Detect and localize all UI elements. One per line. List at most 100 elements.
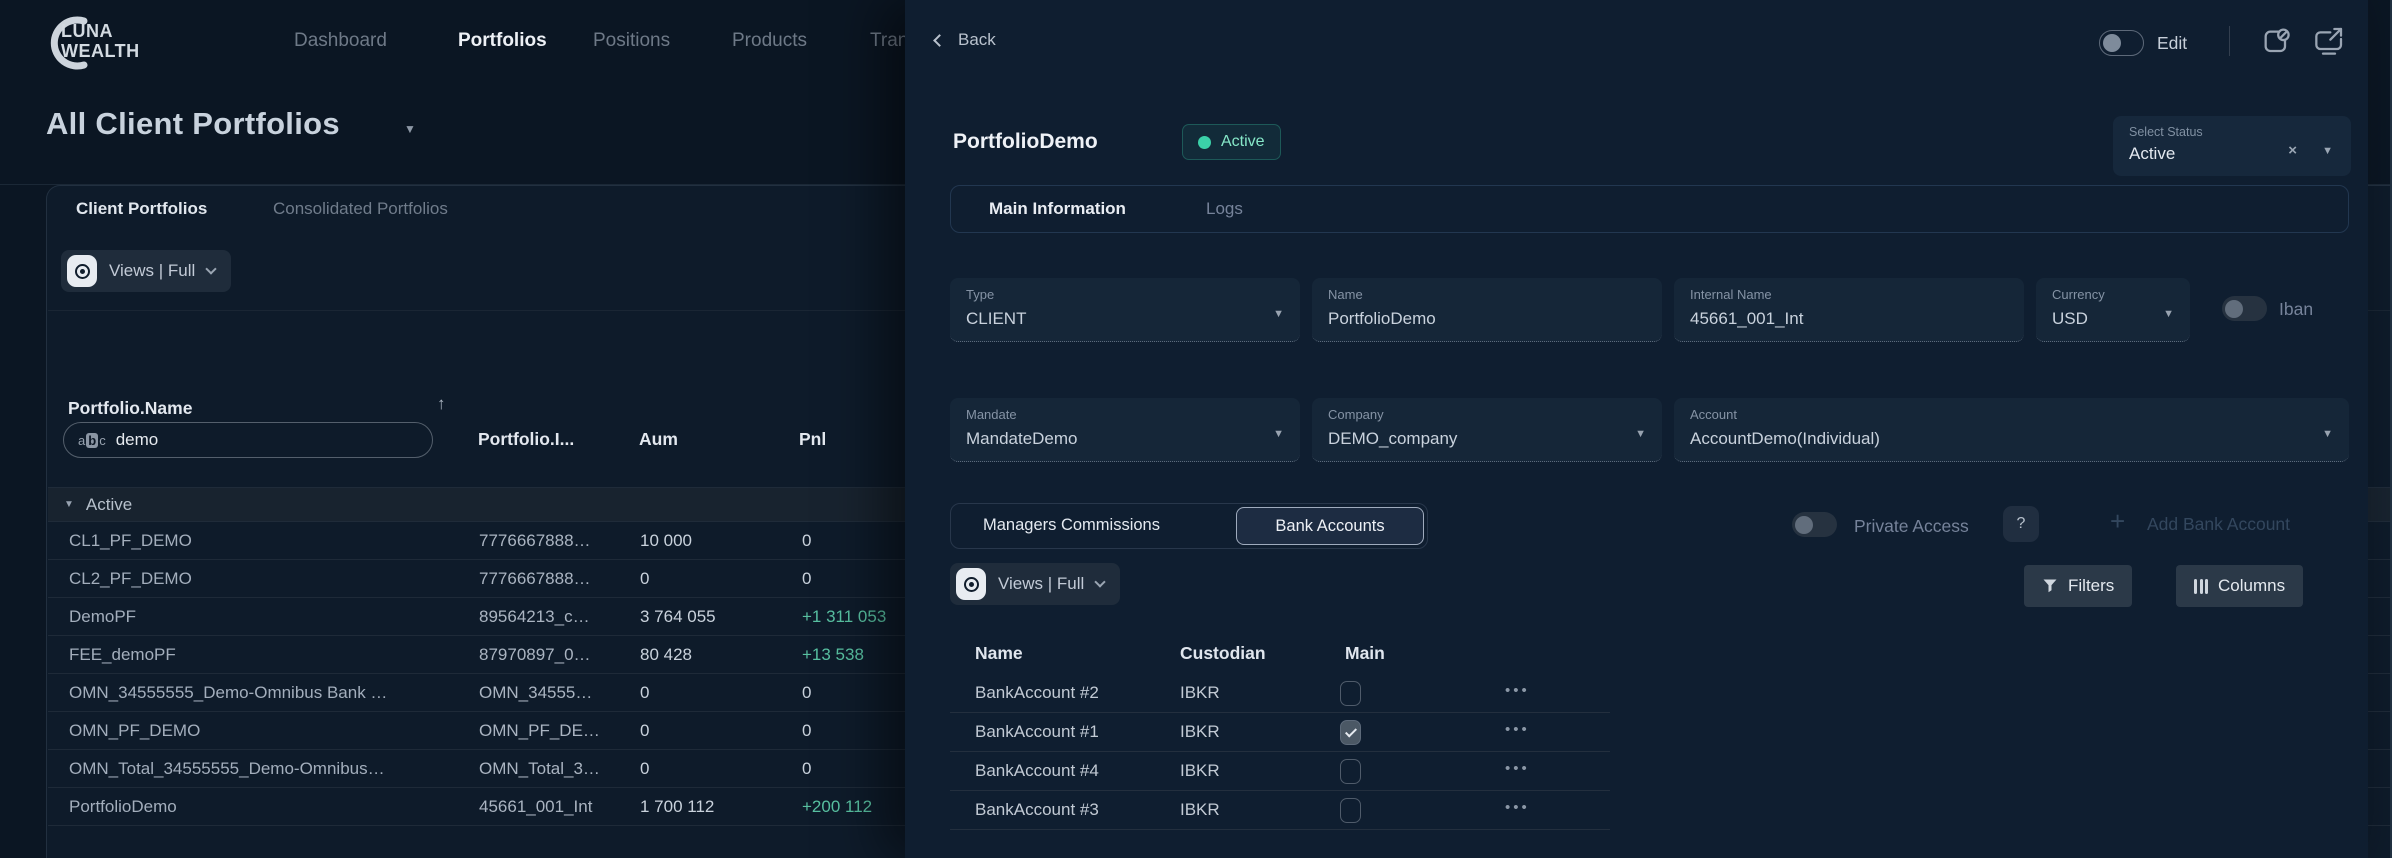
- columns-button[interactable]: Columns: [2176, 565, 2303, 607]
- tab-main-information[interactable]: Main Information: [989, 199, 1126, 219]
- cell-name: OMN_34555555_Demo-Omnibus Bank …: [69, 683, 387, 703]
- currency-select-field[interactable]: Currency USD ▼: [2036, 278, 2190, 342]
- bank-row[interactable]: BankAccount #2 IBKR •••: [950, 674, 1610, 713]
- clear-icon[interactable]: ×: [2288, 142, 2297, 159]
- row-menu-icon[interactable]: •••: [1505, 760, 1530, 777]
- add-bank-account-button[interactable]: Add Bank Account: [2147, 514, 2290, 535]
- cell-pnl: +13 538: [802, 645, 864, 665]
- help-icon[interactable]: ?: [2003, 506, 2039, 542]
- views-button[interactable]: Views | Full: [61, 250, 231, 292]
- internal-name-field[interactable]: Internal Name 45661_001_Int: [1674, 278, 2024, 342]
- private-access-toggle[interactable]: [1792, 512, 1837, 537]
- nav-positions[interactable]: Positions: [593, 30, 670, 52]
- plus-icon: +: [2110, 506, 2125, 537]
- bank-column-custodian[interactable]: Custodian: [1180, 643, 1266, 664]
- group-collapse-icon: ▼: [64, 499, 74, 510]
- title-caret-icon[interactable]: ▼: [404, 122, 416, 136]
- filter-value: demo: [116, 430, 159, 450]
- drawer-title: PortfolioDemo: [953, 130, 1098, 154]
- nav-products[interactable]: Products: [732, 30, 807, 52]
- views-button[interactable]: Views | Full: [950, 563, 1120, 605]
- company-select-field[interactable]: Company DEMO_company ▼: [1312, 398, 1662, 462]
- cell-bank-name: BankAccount #1: [975, 722, 1099, 742]
- cell-bank-name: BankAccount #4: [975, 761, 1099, 781]
- nav-dashboard[interactable]: Dashboard: [294, 30, 387, 52]
- cell-name: CL1_PF_DEMO: [69, 531, 192, 551]
- status-badge: Active: [1182, 124, 1281, 160]
- bank-row[interactable]: BankAccount #3 IBKR •••: [950, 791, 1610, 830]
- cell-name: DemoPF: [69, 607, 136, 627]
- main-checkbox[interactable]: [1340, 720, 1361, 745]
- column-header-aum[interactable]: Aum: [639, 429, 678, 450]
- iban-toggle[interactable]: [2222, 296, 2267, 321]
- status-select[interactable]: Select Status Active × ▼: [2113, 116, 2351, 176]
- field-value: CLIENT: [966, 309, 1026, 329]
- chevron-left-icon: [933, 34, 946, 47]
- brand-logo[interactable]: LUNA WEALTH: [44, 12, 264, 74]
- detail-subtabs: Managers Commissions Bank Accounts: [950, 503, 1428, 549]
- field-value: MandateDemo: [966, 429, 1078, 449]
- row-menu-icon[interactable]: •••: [1505, 682, 1530, 699]
- cell-pnl: 0: [802, 569, 811, 589]
- cell-custodian: IBKR: [1180, 761, 1220, 781]
- check-icon: [1344, 725, 1356, 737]
- cell-pnl: 0: [802, 683, 811, 703]
- main-checkbox[interactable]: [1340, 681, 1361, 706]
- sort-ascending-icon[interactable]: ↑: [437, 394, 446, 414]
- main-checkbox[interactable]: [1340, 759, 1361, 784]
- type-select-field[interactable]: Type CLIENT ▼: [950, 278, 1300, 342]
- edit-toggle-label: Edit: [2157, 33, 2187, 54]
- field-label: Internal Name: [1690, 287, 1772, 302]
- column-header-pnl[interactable]: Pnl: [799, 429, 826, 450]
- dropdown-caret-icon: ▼: [1273, 308, 1284, 320]
- cell-pnl: +200 112: [802, 797, 872, 817]
- bank-column-name[interactable]: Name: [975, 643, 1023, 664]
- page-title: All Client Portfolios: [46, 106, 340, 142]
- iban-toggle-label: Iban: [2279, 299, 2313, 320]
- toggle-knob: [1795, 516, 1813, 534]
- column-header-internal[interactable]: Portfolio.I...: [478, 429, 574, 450]
- cell-aum: 0: [640, 759, 649, 779]
- main-checkbox[interactable]: [1340, 798, 1361, 823]
- bank-row[interactable]: BankAccount #4 IBKR •••: [950, 752, 1610, 791]
- status-dot-icon: [1198, 136, 1211, 149]
- tab-consolidated-portfolios[interactable]: Consolidated Portfolios: [273, 199, 448, 219]
- tab-logs[interactable]: Logs: [1206, 199, 1243, 219]
- bank-column-main[interactable]: Main: [1345, 643, 1385, 664]
- account-select-field[interactable]: Account AccountDemo(Individual) ▼: [1674, 398, 2349, 462]
- subtab-bank-accounts[interactable]: Bank Accounts: [1236, 507, 1424, 545]
- cell-internal: 45661_001_Int: [479, 797, 592, 817]
- field-label: Mandate: [966, 407, 1017, 422]
- row-menu-icon[interactable]: •••: [1505, 721, 1530, 738]
- brand-text: LUNA WEALTH: [61, 21, 140, 61]
- field-value: USD: [2052, 309, 2088, 329]
- dropdown-caret-icon: ▼: [2163, 308, 2174, 320]
- cell-pnl: 0: [802, 759, 811, 779]
- toggle-knob: [2225, 300, 2243, 318]
- tab-client-portfolios[interactable]: Client Portfolios: [76, 199, 207, 219]
- field-value: DEMO_company: [1328, 429, 1457, 449]
- copy-link-icon[interactable]: [2261, 25, 2293, 62]
- funnel-icon: [2042, 578, 2058, 594]
- filters-button[interactable]: Filters: [2024, 565, 2132, 607]
- filters-button-label: Filters: [2068, 576, 2114, 596]
- bank-row[interactable]: BankAccount #1 IBKR •••: [950, 713, 1610, 752]
- mandate-select-field[interactable]: Mandate MandateDemo ▼: [950, 398, 1300, 462]
- dropdown-caret-icon: ▼: [1273, 428, 1284, 440]
- status-badge-label: Active: [1221, 133, 1265, 151]
- nav-portfolios[interactable]: Portfolios: [458, 30, 547, 52]
- portfolio-name-filter-input[interactable]: abc demo: [63, 422, 433, 458]
- private-access-label: Private Access: [1854, 516, 1969, 537]
- app-root: LUNA WEALTH Dashboard Portfolios Positio…: [0, 0, 2392, 858]
- name-field[interactable]: Name PortfolioDemo: [1312, 278, 1662, 342]
- edit-toggle[interactable]: [2099, 30, 2144, 56]
- field-value: AccountDemo(Individual): [1690, 429, 1880, 449]
- back-button[interactable]: Back: [935, 30, 996, 50]
- open-external-icon[interactable]: [2313, 25, 2345, 62]
- row-menu-icon[interactable]: •••: [1505, 799, 1530, 816]
- cell-name: CL2_PF_DEMO: [69, 569, 192, 589]
- column-header-portfolio-name[interactable]: Portfolio.Name: [68, 398, 192, 419]
- subtab-managers-commissions[interactable]: Managers Commissions: [983, 516, 1160, 535]
- views-button-label: Views | Full: [998, 574, 1084, 594]
- cell-pnl: 0: [802, 531, 811, 551]
